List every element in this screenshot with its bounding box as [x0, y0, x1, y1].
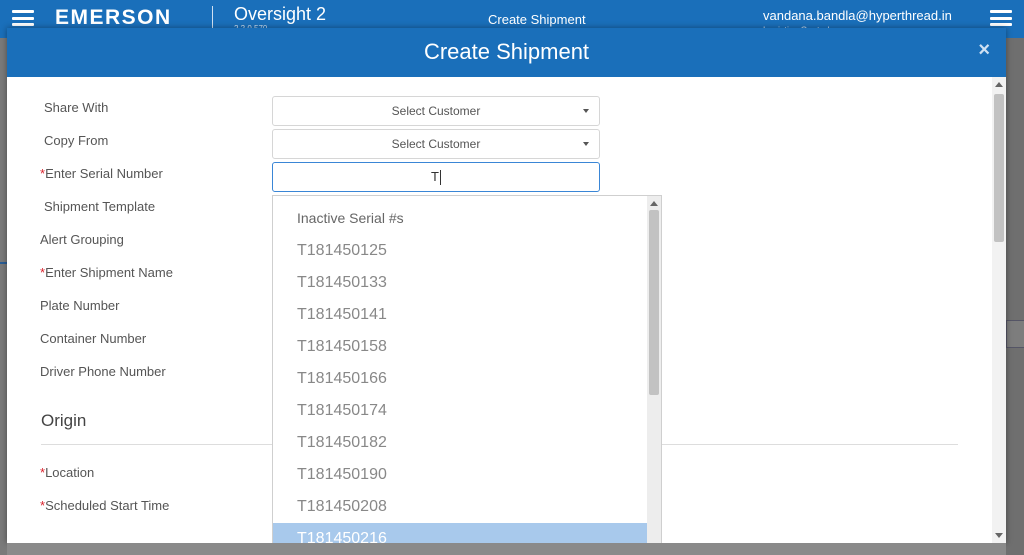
brand-logo: EMERSON [55, 6, 172, 29]
brand-divider [212, 6, 213, 28]
location-label-text: Location [45, 465, 95, 480]
dropdown-option[interactable]: T181450125 [273, 235, 647, 267]
copy-from-select[interactable]: Select Customer [272, 129, 600, 159]
user-email[interactable]: vandana.bandla@hyperthread.in [763, 8, 952, 23]
driver-phone-label: Driver Phone Number [40, 364, 166, 379]
dropdown-list: Inactive Serial #s T181450125 T181450133 T… [273, 196, 647, 543]
copy-from-label: Copy From [44, 133, 109, 148]
modal-scrollbar[interactable] [992, 77, 1006, 543]
modal-header: Create Shipment × [7, 28, 1006, 77]
shipment-name-label: *Enter Shipment Name [40, 265, 173, 280]
scrollbar-thumb[interactable] [994, 94, 1004, 242]
product-name: Oversight 2 [234, 4, 327, 24]
share-with-select[interactable]: Select Customer [272, 96, 600, 126]
dropdown-option[interactable]: T181450166 [273, 363, 647, 395]
shipment-template-label: Shipment Template [44, 199, 156, 214]
alert-grouping-label: Alert Grouping [40, 232, 124, 247]
dropdown-scrollbar[interactable] [647, 196, 661, 543]
dropdown-option[interactable]: T181450216 [273, 523, 647, 543]
dropdown-option[interactable]: T181450141 [273, 299, 647, 331]
user-menu-icon[interactable] [990, 10, 1012, 26]
copy-from-value: Select Customer [391, 137, 481, 151]
dropdown-option[interactable]: T181450182 [273, 427, 647, 459]
modal-title: Create Shipment [423, 39, 590, 64]
hamburger-menu-icon[interactable] [12, 10, 34, 26]
scheduled-start-label: *Scheduled Start Time [40, 498, 169, 513]
container-number-label: Container Number [40, 331, 147, 346]
scrollbar-thumb[interactable] [649, 210, 659, 395]
close-icon[interactable]: × [978, 39, 990, 62]
dropdown-option[interactable]: T181450133 [273, 267, 647, 299]
background-page [1006, 38, 1024, 555]
caret-down-icon [583, 142, 589, 146]
scheduled-start-label-text: Scheduled Start Time [45, 498, 170, 513]
modal-body: Share With Copy From *Enter Serial Numbe… [7, 77, 1006, 543]
create-shipment-modal: Create Shipment × Share With Copy From *… [7, 28, 1006, 543]
serial-number-input[interactable]: T [272, 162, 600, 192]
dropdown-option[interactable]: T181450158 [273, 331, 647, 363]
scroll-up-icon[interactable] [650, 201, 658, 206]
dropdown-group-header: Inactive Serial #s [297, 210, 404, 226]
serial-number-value: T [431, 169, 439, 184]
dropdown-option[interactable]: T181450208 [273, 491, 647, 523]
serial-number-label-text: Enter Serial Number [45, 166, 163, 181]
dropdown-option[interactable]: T181450190 [273, 459, 647, 491]
shipment-name-label-text: Enter Shipment Name [45, 265, 173, 280]
scroll-down-icon[interactable] [995, 533, 1003, 538]
page-title: Create Shipment [488, 12, 586, 27]
dropdown-option[interactable]: T181450174 [273, 395, 647, 427]
location-label: *Location [40, 465, 94, 480]
serial-number-dropdown: Inactive Serial #s T181450125 T181450133 T… [272, 195, 662, 543]
scroll-up-icon[interactable] [995, 82, 1003, 87]
caret-down-icon [583, 109, 589, 113]
share-with-label: Share With [44, 100, 109, 115]
serial-number-label: *Enter Serial Number [40, 166, 163, 181]
share-with-value: Select Customer [391, 104, 481, 118]
text-cursor [439, 170, 441, 186]
background-page-bottom [7, 543, 1006, 555]
plate-number-label: Plate Number [40, 298, 120, 313]
background-field [1006, 320, 1024, 348]
origin-section-title: Origin [41, 411, 87, 430]
